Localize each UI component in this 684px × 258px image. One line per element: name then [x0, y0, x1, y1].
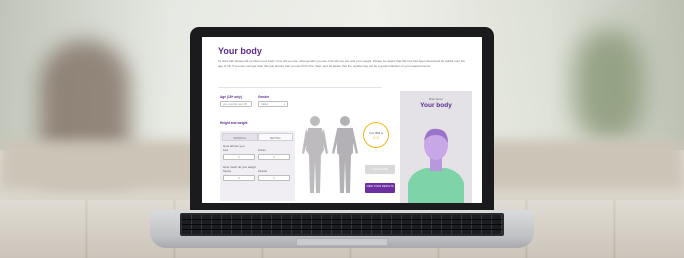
height-question: How tall are you	[223, 144, 245, 148]
age-input[interactable]: you must be over 18	[220, 101, 252, 107]
trackpad	[296, 238, 388, 246]
intro-text: To start with please tell us about your …	[218, 59, 465, 68]
gender-value: Select	[261, 103, 269, 106]
feet-label: Feet	[223, 149, 229, 152]
weight-question: How much do you weigh	[223, 165, 256, 169]
pounds-input[interactable]: 0	[258, 175, 290, 181]
pounds-label: Pounds	[258, 170, 267, 173]
laptop-screen: Your body To start with please tell us a…	[202, 37, 482, 203]
result-title: Your body	[420, 102, 452, 109]
result-small-label: Risk factor	[428, 97, 444, 101]
tab-metric[interactable]: METRIC	[257, 133, 293, 141]
feet-input[interactable]: 0	[223, 154, 255, 160]
stones-input[interactable]: 0	[223, 175, 255, 181]
inches-label: Inches	[258, 149, 266, 152]
male-body-figure	[332, 116, 358, 193]
tab-imperial[interactable]: IMPERIAL	[222, 133, 258, 141]
gender-select[interactable]: Select ▾	[258, 101, 288, 107]
avatar-illustration	[408, 128, 464, 203]
gender-label: Gender	[258, 95, 270, 99]
keyboard	[180, 213, 504, 236]
chevron-down-icon: ▾	[283, 103, 285, 106]
female-body-figure	[302, 116, 328, 193]
calculate-button[interactable]: CALCULATE	[365, 165, 395, 174]
bmi-value: 0.0	[373, 135, 379, 140]
bmi-circle: Your BMI is 0.0	[363, 122, 389, 148]
unit-tabs: IMPERIAL METRIC	[222, 133, 293, 141]
age-label: Age (18+ only)	[220, 95, 242, 99]
view-results-button[interactable]: VIEW YOUR RESULTS	[365, 183, 395, 193]
inches-input[interactable]: 0	[258, 154, 290, 160]
background-plant	[574, 30, 644, 140]
height-weight-label: Height and weight	[220, 121, 248, 125]
page-title: Your body	[218, 46, 262, 56]
section-divider	[218, 87, 382, 88]
stones-label: Stones	[223, 170, 232, 173]
